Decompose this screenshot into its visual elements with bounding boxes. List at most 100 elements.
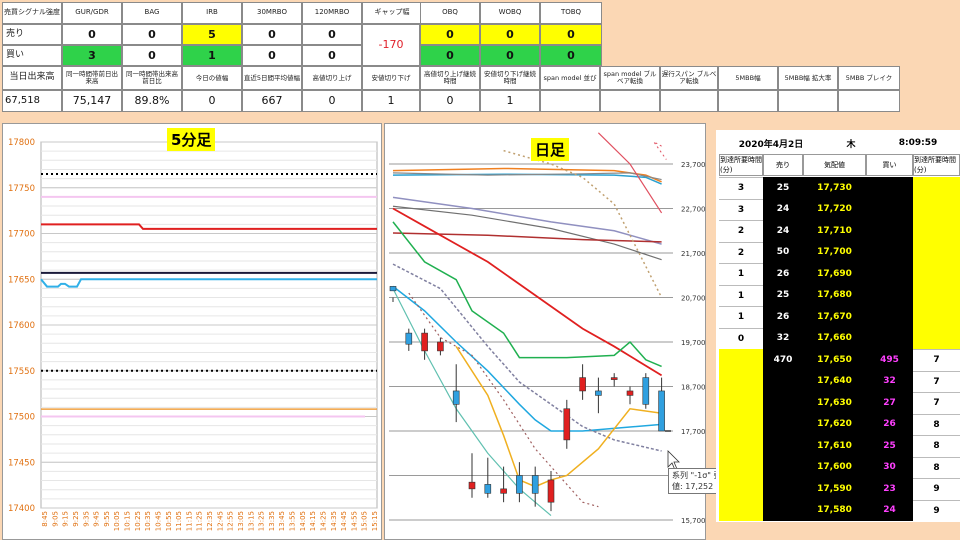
- board-cell-1: 470: [763, 349, 803, 371]
- board-cell-3: 32: [866, 370, 913, 392]
- stat-header-12: 5MBB幅: [718, 66, 778, 90]
- stat-value-5: 0: [302, 90, 362, 112]
- y-tick-label: 17550: [8, 367, 35, 377]
- stat-header-3: 今日の値幅: [182, 66, 242, 90]
- board-cell-2: 17,620: [803, 413, 866, 435]
- y-tick-label: 21,700: [681, 250, 705, 258]
- y-tick-label: 20,700: [681, 295, 705, 303]
- buy-value-2: 0: [122, 45, 182, 66]
- board-cell-4: 8: [913, 456, 960, 478]
- board-cell-0: [719, 478, 763, 500]
- y-tick-label: 17450: [8, 458, 35, 468]
- board-cell-1: 24: [763, 220, 803, 242]
- stat-header-0: 当日出来高: [2, 66, 62, 90]
- stat-header-7: 高値切り上げ継続時間: [420, 66, 480, 90]
- board-cell-3: [866, 177, 913, 199]
- board-cell-1: 26: [763, 306, 803, 328]
- board-cell-1: [763, 456, 803, 478]
- board-cell-2: 17,630: [803, 392, 866, 414]
- y-tick-label: 17,700: [681, 428, 705, 436]
- board-cell-3: [866, 284, 913, 306]
- board-cell-0: [719, 392, 763, 414]
- candle-body: [658, 390, 665, 432]
- board-cell-0: 0: [719, 327, 763, 349]
- x-tick-label: 14:15: [309, 511, 317, 531]
- board-header-1: 売り: [763, 154, 803, 176]
- x-tick-label: 14:05: [299, 511, 307, 531]
- board-cell-2: 17,640: [803, 370, 866, 392]
- signal-header-8: WOBQ: [480, 2, 540, 24]
- board-cell-4: [913, 284, 960, 306]
- board-cell-1: [763, 392, 803, 414]
- board-cell-4: 8: [913, 413, 960, 435]
- candle-body: [595, 390, 602, 396]
- board-cell-3: [866, 327, 913, 349]
- board-cell-2: 17,610: [803, 435, 866, 457]
- board-cell-1: 24: [763, 198, 803, 220]
- chart-daily-title: 日足: [531, 138, 570, 161]
- y-tick-label: 18,700: [681, 384, 705, 392]
- x-tick-label: 11:25: [196, 511, 204, 531]
- board-cell-3: 495: [866, 349, 913, 371]
- signal-header-2: BAG: [122, 2, 182, 24]
- board-cell-4: [913, 306, 960, 328]
- signal-header-3: IRB: [182, 2, 242, 24]
- x-tick-label: 13:35: [268, 511, 276, 531]
- y-tick-label: 17600: [8, 321, 35, 331]
- board-header-4: 到達所要時間(分): [913, 154, 960, 176]
- stat-header-14: 5MBB ブレイク: [838, 66, 900, 90]
- board-cell-4: 7: [913, 392, 960, 414]
- chart-5min: 17800 17750 17700 17650 17600 17550 17500 17450…: [8, 138, 379, 531]
- board-cell-3: 23: [866, 478, 913, 500]
- board-cell-0: [719, 413, 763, 435]
- candle-body: [405, 332, 413, 345]
- board-cell-0: [719, 435, 763, 457]
- board-cell-3: 30: [866, 456, 913, 478]
- signal-header-9: TOBQ: [540, 2, 602, 24]
- board-cell-4: [913, 327, 960, 349]
- board-cell-3: 24: [866, 499, 913, 521]
- board-cell-2: 17,710: [803, 220, 866, 242]
- sell-value-2: 0: [122, 24, 182, 45]
- stat-value-4: 667: [242, 90, 302, 112]
- candle-body: [547, 479, 555, 503]
- stat-value-7: 0: [420, 90, 480, 112]
- board-cell-0: [719, 349, 763, 371]
- board-cell-0: 3: [719, 198, 763, 220]
- board-cell-4: 7: [913, 349, 960, 371]
- board-cell-3: [866, 220, 913, 242]
- board-cell-4: [913, 177, 960, 199]
- candle-body: [468, 481, 476, 490]
- chart-5min-title: 5分足: [167, 128, 216, 151]
- chart-5min-panel: 17800 17750 17700 17650 17600 17550 17500 17450…: [2, 123, 382, 540]
- x-tick-label: 10:25: [134, 511, 142, 531]
- candle-body: [531, 475, 539, 494]
- y-tick-label: 23,700: [681, 161, 705, 169]
- x-tick-label: 11:05: [175, 511, 183, 531]
- stat-header-9: span model 並び: [540, 66, 600, 90]
- board-cell-1: [763, 499, 803, 521]
- buy-value-3: 1: [182, 45, 242, 66]
- board-cell-1: 50: [763, 241, 803, 263]
- board-cell-2: 17,690: [803, 263, 866, 285]
- blue-band-line: [392, 173, 662, 185]
- pink-dotted-line: [653, 141, 667, 160]
- board-cell-0: [719, 370, 763, 392]
- x-tick-label: 14:35: [330, 511, 338, 531]
- stat-header-11: 遅行スパン ブルベア転換: [660, 66, 718, 90]
- x-tick-label: 12:45: [216, 511, 224, 531]
- board-cell-3: 26: [866, 413, 913, 435]
- x-tick-label: 14:55: [350, 511, 358, 531]
- board-cell-2: 17,720: [803, 198, 866, 220]
- x-tick-label: 10:55: [165, 511, 173, 531]
- stat-value-1: 75,147: [62, 90, 122, 112]
- board-cell-0: 2: [719, 220, 763, 242]
- candle-body: [563, 408, 571, 441]
- candle-body: [452, 390, 460, 405]
- x-tick-label: 9:25: [72, 511, 80, 527]
- y-tick-label: 15,700: [681, 517, 705, 525]
- sell-value-8: 0: [480, 24, 540, 45]
- x-tick-label: 13:55: [289, 511, 297, 531]
- signal-header-5: 120MRBO: [302, 2, 362, 24]
- x-tick-label: 14:25: [319, 511, 327, 531]
